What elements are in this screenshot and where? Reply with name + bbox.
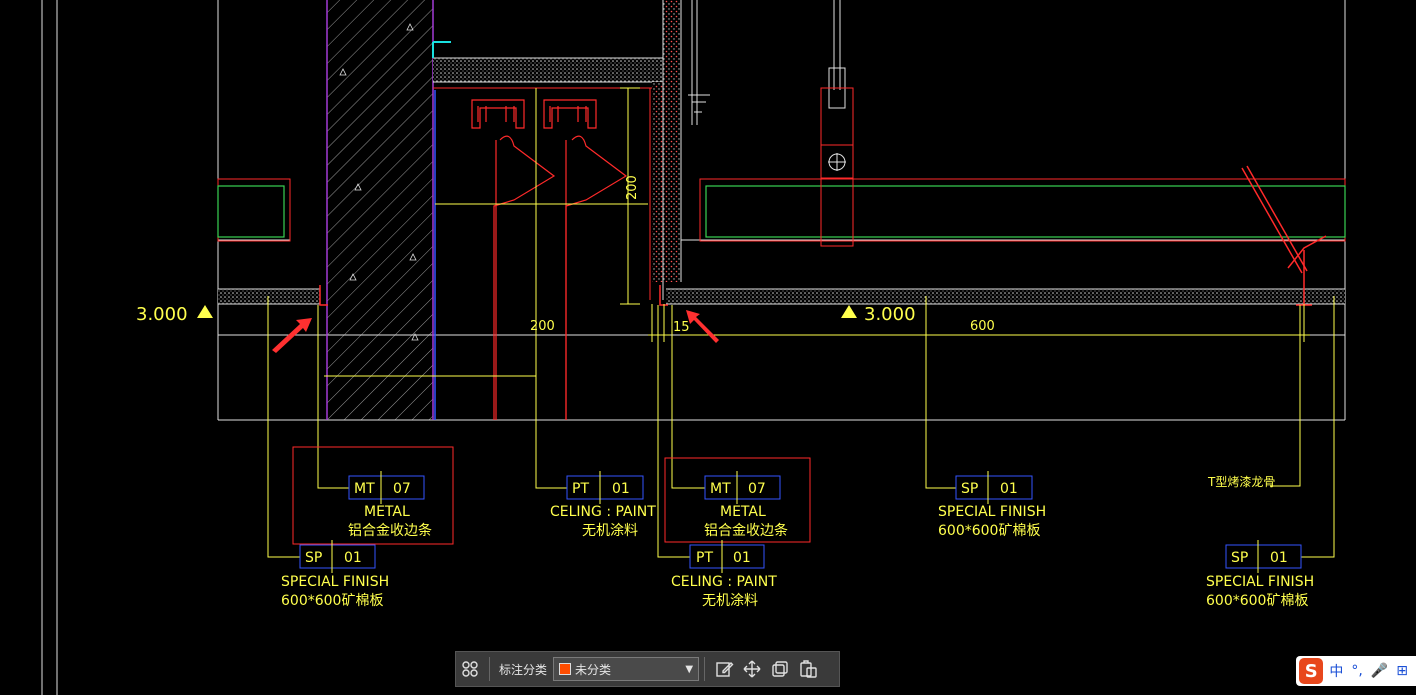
input-method-bar[interactable]: S 中 °, 🎤 ⊞ — [1296, 656, 1416, 686]
copy-icon[interactable] — [766, 655, 794, 683]
callout-line2: 无机涂料 — [582, 523, 638, 539]
callout-line2: 铝合金收边条 — [704, 522, 788, 539]
callout-line1: METAL — [364, 504, 410, 520]
category-color-swatch — [559, 663, 572, 675]
callout-number: 01 — [344, 550, 362, 566]
t-keel-note: T型烤漆龙骨 — [1207, 474, 1275, 489]
dim-200-horizontal: 200 — [530, 319, 555, 334]
dim-15: 15 — [673, 320, 690, 335]
dim-600: 600 — [970, 319, 995, 334]
concrete-column — [326, 0, 436, 420]
toolbar-divider — [704, 657, 706, 681]
top-slab — [432, 41, 663, 89]
callout-code: SP — [305, 550, 322, 566]
callout-code: PT — [572, 481, 589, 497]
callout-code: PT — [696, 550, 713, 566]
elevation-left-triangle-icon — [197, 305, 213, 318]
keyboard-icon[interactable]: ⊞ — [1396, 663, 1408, 679]
callout-code: SP — [1231, 550, 1248, 566]
callout-line2: 600*600矿棉板 — [938, 522, 1040, 539]
left-panel — [217, 178, 291, 242]
chevron-down-icon: ▼ — [685, 663, 694, 675]
callout-line2: 铝合金收边条 — [348, 522, 432, 539]
elevation-right-triangle-icon — [841, 305, 857, 318]
right-wall — [649, 0, 682, 300]
callout-line1: CELING : PAINT — [550, 504, 656, 520]
dimension-lines — [324, 87, 1310, 377]
callout-line1: SPECIAL FINISH — [938, 504, 1046, 520]
edit-note-icon[interactable] — [710, 655, 738, 683]
category-label: 标注分类 — [499, 662, 548, 677]
right-panel — [699, 178, 1346, 242]
callout-tag[interactable]: SP 01 SPECIAL FINISH 600*600矿棉板 — [1206, 540, 1314, 609]
paste-icon[interactable] — [794, 655, 822, 683]
callout-tag[interactable]: PT 01 CELING : PAINT 无机涂料 — [671, 540, 777, 609]
t-keel — [1241, 165, 1327, 306]
callout-number: 01 — [612, 481, 630, 497]
callout-tag[interactable]: PT 01 CELING : PAINT 无机涂料 — [550, 471, 656, 539]
elevation-left: 3.000 — [136, 304, 188, 325]
callout-line1: CELING : PAINT — [671, 574, 777, 590]
callout-code: MT — [354, 481, 375, 497]
callout-line2: 600*600矿棉板 — [281, 592, 383, 609]
cad-canvas[interactable]: 200 200 15 600 3.000 3.000 MT 07 METAL 铝… — [0, 0, 1416, 695]
ime-logo-icon[interactable]: S — [1299, 658, 1324, 684]
callout-number: 07 — [393, 481, 411, 497]
curtain-tracks — [471, 99, 628, 420]
ime-punctuation-toggle[interactable]: °, — [1351, 663, 1362, 679]
elevation-right: 3.000 — [864, 304, 916, 325]
callout-line1: SPECIAL FINISH — [1206, 574, 1314, 590]
callout-code: MT — [710, 481, 731, 497]
callout-tag[interactable]: SP 01 SPECIAL FINISH 600*600矿棉板 — [938, 471, 1046, 539]
callout-line2: 无机涂料 — [702, 593, 758, 609]
callout-number: 01 — [1000, 481, 1018, 497]
frame-lines — [41, 0, 58, 695]
dim-200-vertical: 200 — [625, 175, 640, 200]
callout-number: 07 — [748, 481, 766, 497]
move-icon[interactable] — [738, 655, 766, 683]
category-value: 未分类 — [575, 662, 612, 677]
annotation-toolbar: 标注分类 未分类 ▼ — [455, 651, 840, 687]
category-dropdown[interactable]: 未分类 ▼ — [553, 657, 700, 681]
callout-tag[interactable]: MT 07 METAL 铝合金收边条 — [704, 471, 788, 539]
callout-line2: 600*600矿棉板 — [1206, 592, 1308, 609]
ime-language-toggle[interactable]: 中 — [1329, 661, 1343, 681]
microphone-icon[interactable]: 🎤 — [1371, 663, 1388, 679]
callout-code: SP — [961, 481, 978, 497]
toolbar-divider — [489, 657, 490, 681]
callout-number: 01 — [733, 550, 751, 566]
callout-tag[interactable]: SP 01 SPECIAL FINISH 600*600矿棉板 — [281, 540, 389, 609]
callout-line1: SPECIAL FINISH — [281, 574, 389, 590]
callout-number: 01 — [1270, 550, 1288, 566]
callout-line1: METAL — [720, 504, 766, 520]
grid-apps-icon[interactable] — [456, 655, 484, 683]
callout-tag[interactable]: MT 07 METAL 铝合金收边条 — [348, 471, 432, 539]
